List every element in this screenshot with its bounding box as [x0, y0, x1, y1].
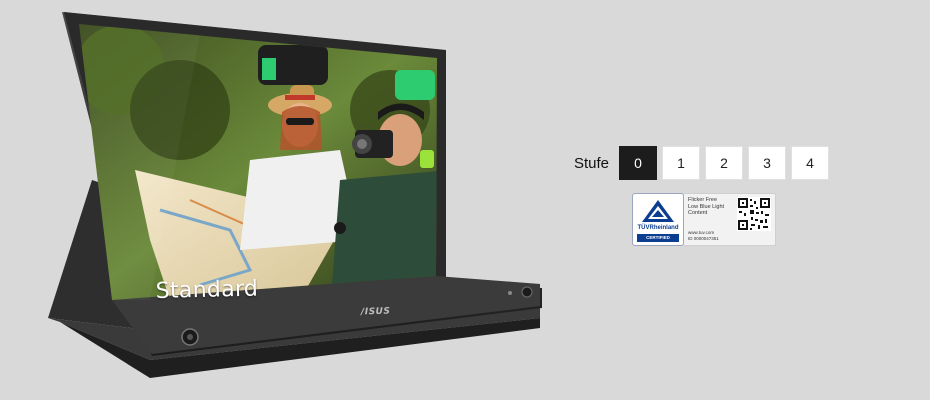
level-label: Stufe [574, 154, 610, 172]
cert-tag: CERTIFIED [637, 234, 679, 242]
cert-id: ID 0000047351 [688, 235, 719, 241]
level-button-4[interactable]: 4 [791, 146, 829, 180]
cert-org-name: TÜVRheinland [637, 225, 679, 231]
brand-logo: /ISUS [360, 306, 391, 318]
level-button-1[interactable]: 1 [662, 146, 700, 180]
level-button-3[interactable]: 3 [748, 146, 786, 180]
qr-code-icon [737, 197, 771, 231]
level-button-0[interactable]: 0 [619, 146, 657, 180]
level-button-2[interactable]: 2 [705, 146, 743, 180]
cert-url: www.tuv.com [688, 230, 715, 235]
cert-footer: www.tuv.com ID 0000047351 [688, 230, 719, 241]
certification-badge: TÜVRheinland CERTIFIED Flicker Free Low … [632, 193, 776, 246]
monitor-illustration: Standard /ISUS [0, 0, 560, 400]
level-selector: Stufe 0 1 2 3 4 [574, 146, 834, 180]
cert-triangle-icon [636, 197, 680, 224]
monitor-graphic [48, 12, 542, 378]
cert-info: Flicker Free Low Blue Light Content www.… [684, 193, 776, 246]
cert-logo: TÜVRheinland CERTIFIED [632, 193, 684, 246]
cert-line-3: Content [688, 210, 708, 216]
screen-mode-label: Standard [155, 276, 259, 304]
